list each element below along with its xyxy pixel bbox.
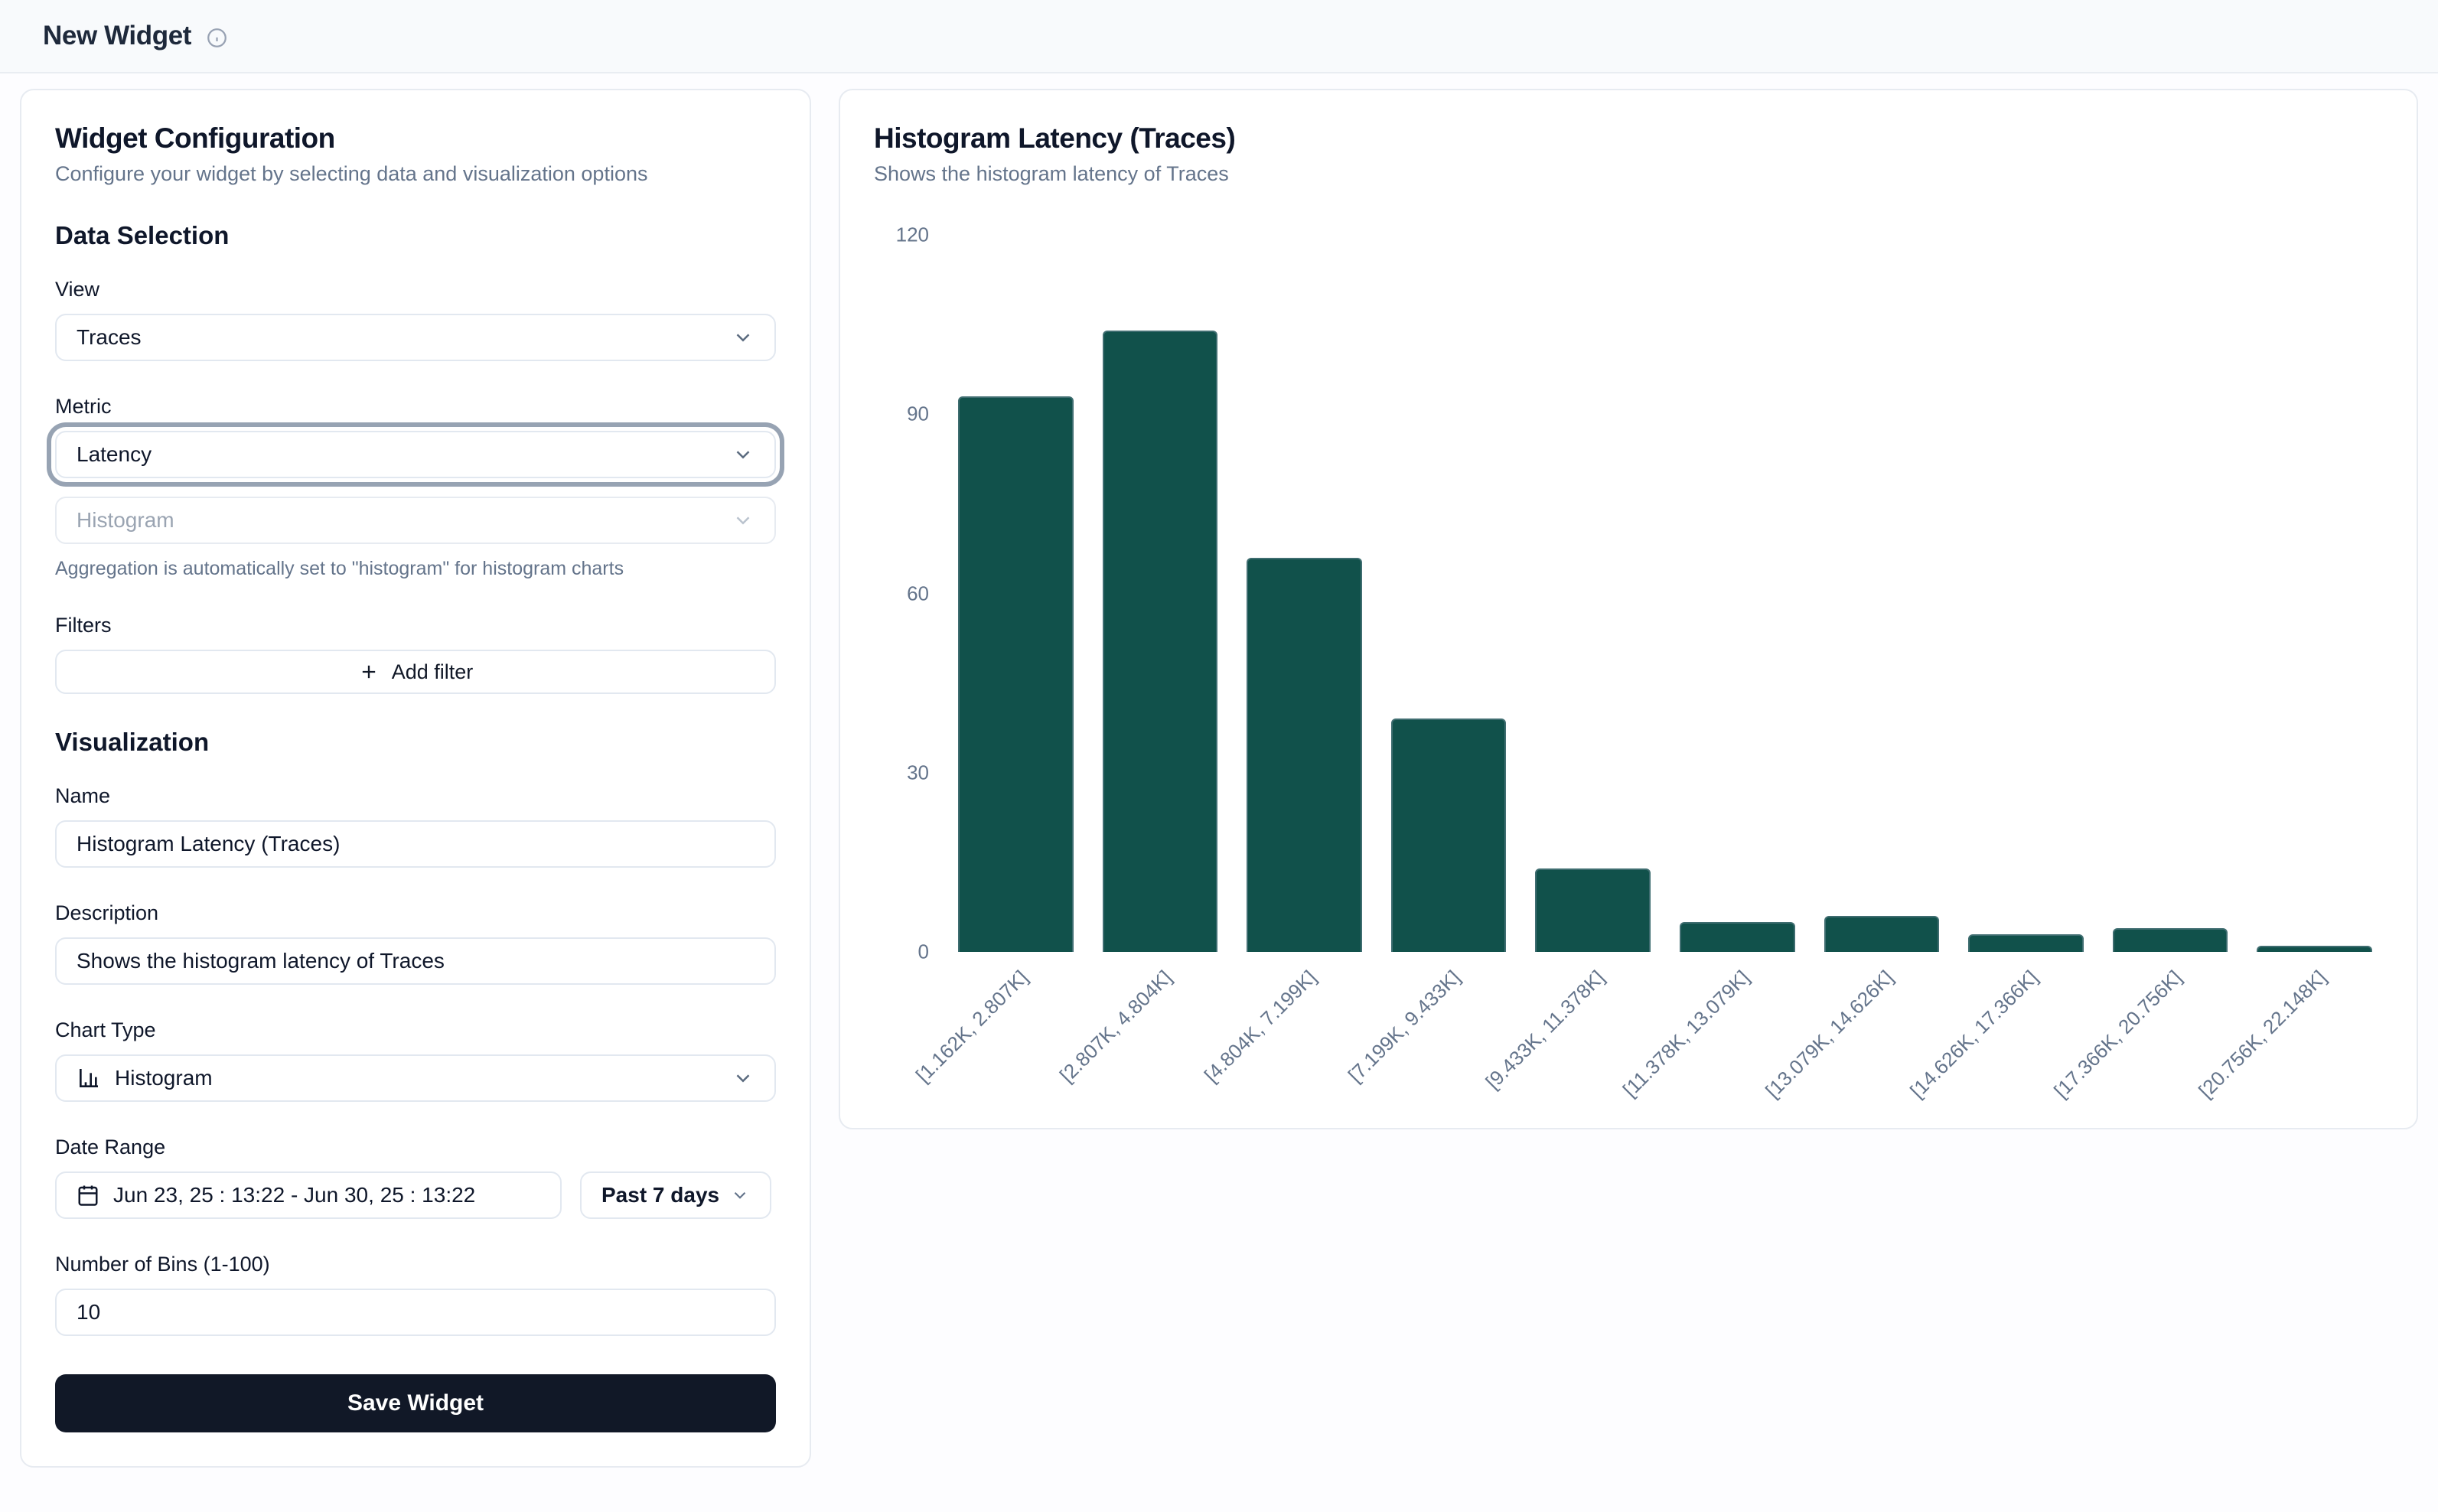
- histogram-bar[interactable]: [2113, 928, 2228, 952]
- metric-select[interactable]: Latency: [55, 431, 776, 478]
- chevron-down-icon: [732, 509, 755, 532]
- histogram-bar[interactable]: [1968, 934, 2084, 952]
- add-filter-button[interactable]: Add filter: [55, 650, 776, 694]
- data-selection-heading: Data Selection: [55, 221, 776, 250]
- metric-select-value: Latency: [77, 442, 732, 467]
- histogram-bar[interactable]: [1103, 331, 1218, 952]
- chart-type-label: Chart Type: [55, 1018, 776, 1042]
- visualization-heading: Visualization: [55, 728, 776, 757]
- y-tick-label: 0: [918, 940, 929, 964]
- date-preset-value: Past 7 days: [601, 1183, 719, 1207]
- chart-subtitle: Shows the histogram latency of Traces: [874, 162, 2383, 186]
- filters-field: Filters Add filter: [55, 614, 776, 694]
- name-input[interactable]: [55, 820, 776, 868]
- bar-slot: [17.366K, 20.756K]: [2113, 235, 2228, 952]
- bar-slot: [9.433K, 11.378K]: [1535, 235, 1651, 952]
- y-tick-label: 90: [907, 402, 929, 426]
- bar-slot: [13.079K, 14.626K]: [1824, 235, 1940, 952]
- histogram-bar[interactable]: [958, 396, 1074, 952]
- bar-slot: [20.756K, 22.148K]: [2257, 235, 2372, 952]
- name-field: Name: [55, 784, 776, 868]
- date-range-picker[interactable]: Jun 23, 25 : 13:22 - Jun 30, 25 : 13:22: [55, 1171, 562, 1219]
- config-subtitle: Configure your widget by selecting data …: [55, 162, 776, 186]
- date-preset-select[interactable]: Past 7 days: [580, 1171, 771, 1219]
- config-title: Widget Configuration: [55, 122, 776, 155]
- widget-configuration-panel: Widget Configuration Configure your widg…: [20, 89, 811, 1468]
- aggregation-select-value: Histogram: [77, 508, 732, 533]
- calendar-icon: [77, 1184, 99, 1207]
- histogram-bar[interactable]: [1824, 916, 1940, 952]
- aggregation-select: Histogram: [55, 497, 776, 544]
- chart-title: Histogram Latency (Traces): [874, 122, 2383, 155]
- date-range-label: Date Range: [55, 1136, 776, 1159]
- chart-type-field: Chart Type Histogram: [55, 1018, 776, 1102]
- bins-input[interactable]: [55, 1289, 776, 1336]
- view-field: View Traces: [55, 278, 776, 361]
- histogram-bar[interactable]: [1247, 558, 1362, 952]
- y-tick-label: 30: [907, 761, 929, 784]
- bar-slot: [7.199K, 9.433K]: [1391, 235, 1507, 952]
- name-label: Name: [55, 784, 776, 808]
- histogram-bar[interactable]: [2257, 946, 2372, 952]
- chevron-down-icon: [732, 326, 755, 349]
- bars: [1.162K, 2.807K] [2.807K, 4.804K] [4.804K,…: [958, 235, 2383, 952]
- y-tick-label: 60: [907, 582, 929, 605]
- aggregation-helper-text: Aggregation is automatically set to "his…: [55, 558, 776, 580]
- metric-label: Metric: [55, 395, 776, 419]
- bar-slot: [1.162K, 2.807K]: [958, 235, 1074, 952]
- date-range-field: Date Range Jun 23, 25 : 13:22 - Jun 30, …: [55, 1136, 776, 1219]
- info-icon[interactable]: [207, 28, 227, 48]
- view-select-value: Traces: [77, 325, 732, 350]
- bar-slot: [14.626K, 17.366K]: [1968, 235, 2084, 952]
- y-axis: 0306090120: [874, 235, 929, 952]
- bar-slot: [4.804K, 7.199K]: [1247, 235, 1362, 952]
- histogram-bar[interactable]: [1535, 868, 1651, 952]
- chart-type-value: Histogram: [115, 1066, 732, 1090]
- save-widget-button[interactable]: Save Widget: [55, 1374, 776, 1432]
- plus-icon: [358, 661, 380, 683]
- description-field: Description: [55, 901, 776, 985]
- chevron-down-icon: [732, 443, 755, 466]
- metric-field: Metric Latency: [55, 395, 776, 478]
- chart-preview-panel: Histogram Latency (Traces) Shows the his…: [839, 89, 2418, 1129]
- histogram-chart: 0306090120 [1.162K, 2.807K][2.807K, 4.80…: [874, 235, 2383, 1097]
- add-filter-label: Add filter: [392, 660, 474, 684]
- chevron-down-icon: [730, 1185, 750, 1205]
- page-title: New Widget: [43, 21, 191, 51]
- description-input[interactable]: [55, 937, 776, 985]
- chart-type-select[interactable]: Histogram: [55, 1054, 776, 1102]
- y-tick-label: 120: [896, 223, 929, 247]
- view-label: View: [55, 278, 776, 301]
- date-range-value: Jun 23, 25 : 13:22 - Jun 30, 25 : 13:22: [113, 1183, 540, 1207]
- description-label: Description: [55, 901, 776, 925]
- bins-field: Number of Bins (1-100): [55, 1253, 776, 1336]
- chevron-down-icon: [732, 1067, 755, 1090]
- main-content: Widget Configuration Configure your widg…: [0, 73, 2438, 1483]
- histogram-bar[interactable]: [1680, 922, 1795, 952]
- aggregation-field: Histogram Aggregation is automatically s…: [55, 497, 776, 580]
- top-bar: New Widget: [0, 0, 2438, 73]
- view-select[interactable]: Traces: [55, 314, 776, 361]
- bar-slot: [11.378K, 13.079K]: [1680, 235, 1795, 952]
- bar-slot: [2.807K, 4.804K]: [1103, 235, 1218, 952]
- filters-label: Filters: [55, 614, 776, 637]
- histogram-bar[interactable]: [1391, 719, 1507, 952]
- bar-chart-icon: [77, 1066, 101, 1090]
- bins-label: Number of Bins (1-100): [55, 1253, 776, 1276]
